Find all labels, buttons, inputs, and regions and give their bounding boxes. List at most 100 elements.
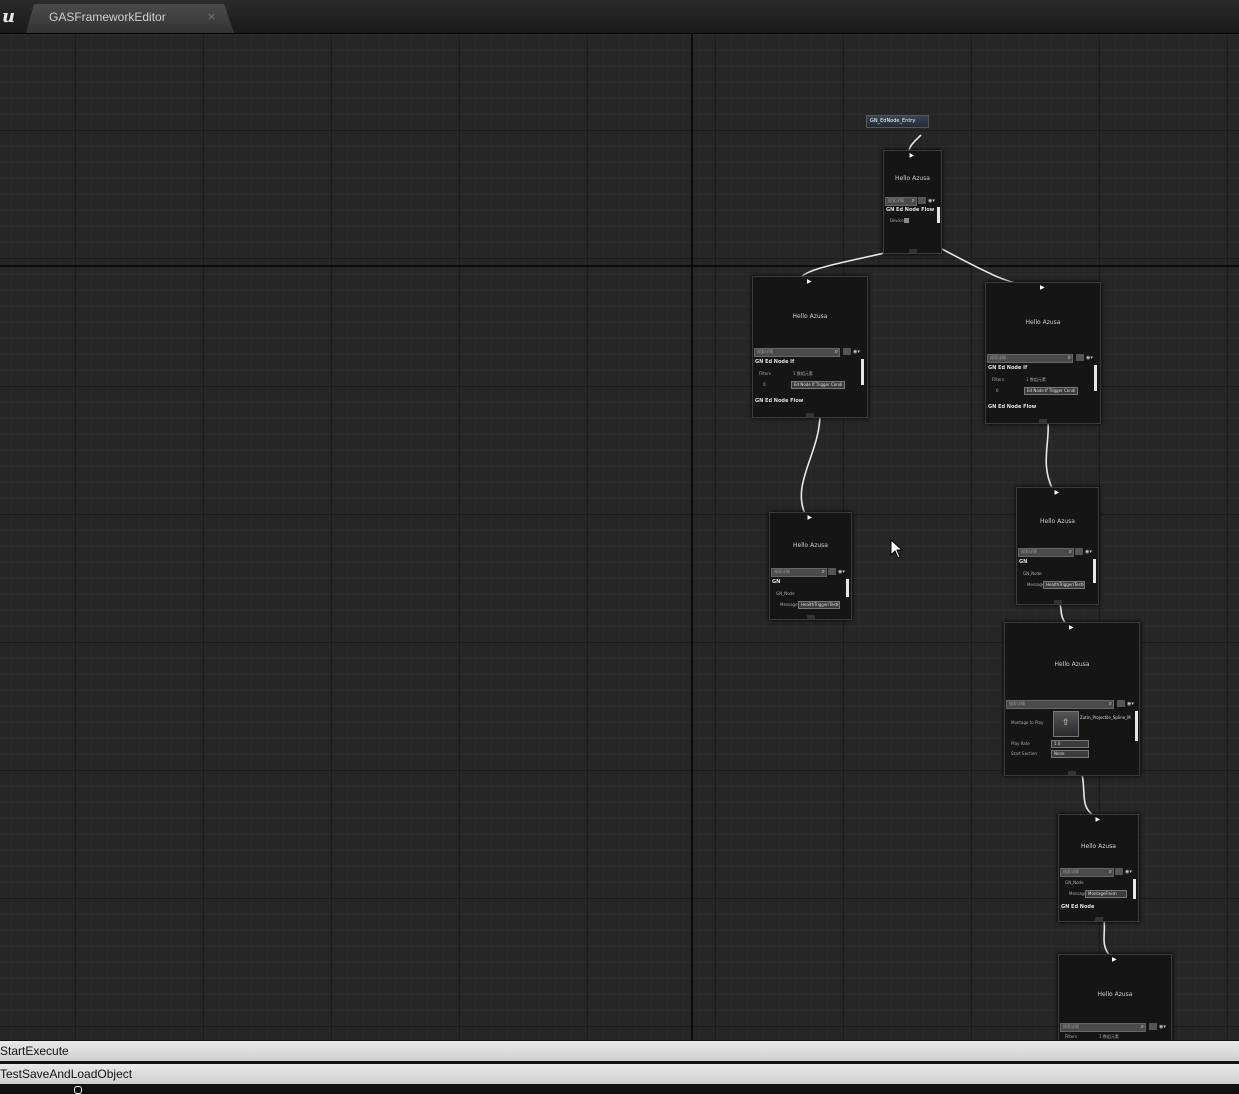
graph-node-5[interactable]: ▶ Hello Azusa 搜索详情 ⌕ ◉▾ GN GN_Node Messa… <box>1016 487 1099 605</box>
eye-icon[interactable]: ◉▾ <box>928 198 935 204</box>
details-category[interactable]: GN Ed Node If <box>988 365 1027 371</box>
details-category[interactable]: GN Ed Node Flow <box>886 207 934 213</box>
details-category[interactable]: GN Ed Node If <box>755 359 794 365</box>
close-icon[interactable]: × <box>207 10 216 23</box>
execution-pin-icon[interactable]: ▶ <box>1069 624 1074 631</box>
play-rate-label: Play Rate <box>1011 741 1030 746</box>
details-category[interactable]: GN <box>772 579 780 585</box>
details-buttons[interactable]: ◉▾ <box>918 197 935 204</box>
details-scrollbar[interactable] <box>846 579 849 597</box>
search-placeholder: 搜索详情 <box>1021 549 1037 554</box>
output-pin[interactable] <box>1053 600 1062 604</box>
details-buttons[interactable]: ◉▾ <box>1075 548 1092 555</box>
details-search-input[interactable]: 搜索详情 ⌕ <box>1018 548 1074 557</box>
output-pin[interactable] <box>908 249 917 253</box>
node-title: Hello Azusa <box>1025 319 1061 326</box>
execution-pin-icon[interactable]: ▶ <box>1112 956 1117 963</box>
output-pin[interactable] <box>806 615 815 619</box>
details-search-input[interactable]: 搜索详情 ⌕ <box>771 568 827 577</box>
message-input[interactable]: HealthTrigger/TestHP <box>798 601 840 609</box>
play-rate-input[interactable]: 1.0 <box>1051 740 1089 748</box>
details-scrollbar[interactable] <box>861 359 864 385</box>
details-category[interactable]: GN <box>1019 559 1027 565</box>
execution-pin-icon[interactable]: ▶ <box>807 278 812 285</box>
details-subcategory[interactable]: GN_Node <box>1065 880 1084 885</box>
details-buttons[interactable]: ◉▾ <box>1117 700 1134 707</box>
graph-canvas[interactable]: GN_EdNode_Entry ▶ Hello Azusa 搜索详情 ⌕ ◉▾ … <box>0 34 1239 1040</box>
execution-pin-icon[interactable]: ▶ <box>910 152 915 159</box>
device-checkbox[interactable] <box>904 218 909 223</box>
details-scrollbar[interactable] <box>1135 711 1138 741</box>
details-scrollbar[interactable] <box>1133 879 1136 899</box>
details-buttons[interactable]: ◉▾ <box>1149 1023 1166 1030</box>
execution-pin-icon[interactable]: ▶ <box>1055 489 1060 496</box>
details-buttons[interactable]: ◉▾ <box>828 568 845 575</box>
eye-icon[interactable]: ◉▾ <box>1086 355 1093 361</box>
details-buttons[interactable]: ◉▾ <box>1115 868 1132 875</box>
details-category-2[interactable]: GN Ed Node Flow <box>988 404 1036 410</box>
details-buttons[interactable]: ◉▾ <box>843 348 860 355</box>
details-search-input[interactable]: 搜索详情 ⌕ <box>885 197 917 206</box>
wire-node3-to-node5 <box>1045 419 1054 491</box>
filter-value-dropdown[interactable]: Ed Node If Trigger Condi <box>791 381 845 389</box>
execution-pin-icon[interactable]: ▶ <box>1040 284 1045 291</box>
details-scrollbar[interactable] <box>1094 365 1097 391</box>
graph-node-2[interactable]: ▶ Hello Azusa 搜索详情 ⌕ ◉▾ GN Ed Node If Fi… <box>752 276 868 418</box>
eye-icon[interactable]: ◉▾ <box>1125 869 1132 875</box>
message-label: Message <box>1069 891 1087 896</box>
grid-view-button[interactable] <box>1076 354 1084 361</box>
details-scrollbar[interactable] <box>1093 559 1096 583</box>
list-item-start-execute[interactable]: StartExecute <box>0 1041 1239 1061</box>
output-pin[interactable] <box>1039 419 1047 423</box>
grid-view-button[interactable] <box>1149 1023 1157 1030</box>
message-input[interactable]: HealthTrigger/TestHP <box>1043 581 1085 589</box>
details-subcategory[interactable]: GN_Node <box>776 591 795 596</box>
unreal-logo-icon[interactable]: u <box>2 6 15 27</box>
list-item-test-save-load[interactable]: TestSaveAndLoadObject <box>0 1064 1239 1084</box>
start-section-input[interactable]: None <box>1051 750 1089 758</box>
montage-thumbnail[interactable]: ⇧ <box>1053 711 1079 737</box>
details-buttons[interactable]: ◉▾ <box>1076 354 1093 361</box>
details-category-2[interactable]: GN Ed Node Flow <box>755 398 803 404</box>
output-pin[interactable] <box>1068 771 1076 775</box>
output-pin[interactable] <box>1094 917 1103 921</box>
eye-icon[interactable]: ◉▾ <box>1159 1024 1166 1030</box>
output-pin[interactable] <box>806 413 814 417</box>
grid-view-button[interactable] <box>1115 868 1123 875</box>
message-input[interactable]: MontageFinish <box>1085 890 1127 898</box>
grid-view-button[interactable] <box>918 197 926 204</box>
graph-node-6[interactable]: ▶ Hello Azusa 搜索详情 ⌕ ◉▾ Montage to Play … <box>1004 622 1140 776</box>
details-search-input[interactable]: 搜索详情 ⌕ <box>1060 1023 1146 1032</box>
grid-view-button[interactable] <box>1117 700 1125 707</box>
details-subcategory[interactable]: GN_Node <box>1023 571 1042 576</box>
filter-value-dropdown[interactable]: Ed Node If Trigger Condi <box>1024 387 1078 395</box>
eye-icon[interactable]: ◉▾ <box>1085 549 1092 555</box>
montage-asset-icon: ⇧ <box>1062 718 1070 728</box>
graph-node-3[interactable]: ▶ Hello Azusa 搜索详情 ⌕ ◉▾ GN Ed Node If Fi… <box>985 282 1101 424</box>
graph-node-4[interactable]: ▶ Hello Azusa 搜索详情 ⌕ ◉▾ GN GN_Node Messa… <box>769 512 852 620</box>
grid-view-button[interactable] <box>1075 548 1083 555</box>
execution-pin-icon[interactable]: ▶ <box>808 514 813 521</box>
eye-icon[interactable]: ◉▾ <box>853 349 860 355</box>
eye-icon[interactable]: ◉▾ <box>1127 701 1134 707</box>
graph-node-8[interactable]: ▶ Hello Azusa 搜索详情 ⌕ ◉▾ Filters 1 数组元素 <box>1058 954 1172 1040</box>
grid-view-button[interactable] <box>828 568 836 575</box>
details-scrollbar[interactable] <box>937 207 940 223</box>
graph-node-1[interactable]: ▶ Hello Azusa 搜索详情 ⌕ ◉▾ GN Ed Node Flow … <box>883 150 942 254</box>
node-title: Hello Azusa <box>895 175 930 182</box>
eye-icon[interactable]: ◉▾ <box>838 569 845 575</box>
details-category-2[interactable]: GN Ed Node <box>1061 904 1094 910</box>
filters-count: 1 数组元素 <box>1026 377 1046 382</box>
details-search-input[interactable]: 搜索详情 ⌕ <box>1060 868 1114 877</box>
execution-pin-icon[interactable]: ▶ <box>1096 816 1101 823</box>
details-search-input[interactable]: 搜索详情 ⌕ <box>987 354 1073 363</box>
details-search-input[interactable]: 搜索详情 ⌕ <box>1006 700 1114 709</box>
grid-view-button[interactable] <box>843 348 851 355</box>
details-search-input[interactable]: 搜索详情 ⌕ <box>754 348 840 357</box>
node-title: Hello Azusa <box>793 542 828 549</box>
graph-node-7[interactable]: ▶ Hello Azusa 搜索详情 ⌕ ◉▾ GN_Node Message … <box>1058 814 1139 922</box>
entry-node[interactable]: GN_EdNode_Entry <box>866 115 929 128</box>
montage-asset-name[interactable]: Zutin_Projectile_Spline_M <box>1080 715 1131 720</box>
filters-label: Filters <box>759 371 771 376</box>
tab-gas-framework-editor[interactable]: GASFrameworkEditor × <box>26 4 234 33</box>
